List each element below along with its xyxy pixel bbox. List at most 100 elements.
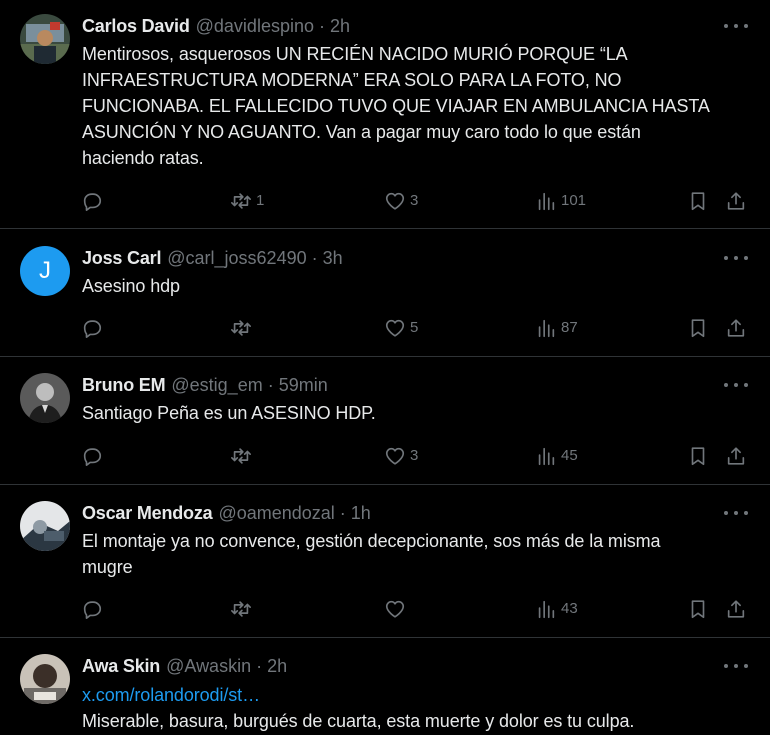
share-button[interactable]: [725, 313, 747, 343]
tweet-text: Mentirosos, asquerosos UN RECIÉN NACIDO …: [82, 41, 752, 171]
more-icon[interactable]: [724, 658, 748, 674]
tweet-text-line: FUNCIONABA. EL FALLECIDO TUVO QUE VIAJAR…: [82, 96, 710, 116]
like-count: 3: [410, 192, 419, 209]
views-count: 101: [561, 192, 587, 209]
views-icon: [538, 447, 555, 466]
avatar[interactable]: [20, 501, 70, 551]
retweet-icon: [231, 601, 251, 617]
separator: ·: [256, 656, 263, 676]
views-button[interactable]: 43: [535, 594, 578, 624]
like-button[interactable]: 3: [384, 186, 418, 216]
like-count: 3: [410, 447, 419, 464]
bookmark-button[interactable]: [687, 186, 709, 216]
retweet-button[interactable]: [230, 313, 256, 343]
like-button[interactable]: 3: [384, 441, 418, 471]
share-icon: [727, 600, 745, 618]
timestamp[interactable]: 1h: [351, 503, 371, 523]
tweet-text-line: Asesino hdp: [82, 276, 180, 296]
reply-icon: [83, 193, 102, 211]
tweet[interactable]: Awa Skin @Awaskin · 2h x.com/rolandorodi/st…: [0, 638, 770, 735]
share-button[interactable]: [725, 186, 747, 216]
timestamp[interactable]: 2h: [267, 656, 287, 676]
timeline-feed: Carlos David @davidlespino · 2h Mentirosos,…: [0, 0, 770, 735]
avatar[interactable]: [20, 654, 70, 704]
tweet[interactable]: J Joss Carl @carl_joss62490 · 3h Asesino hd…: [0, 229, 770, 357]
separator: ·: [311, 248, 318, 268]
views-icon: [538, 600, 555, 619]
avatar[interactable]: J: [20, 246, 70, 296]
separator: ·: [267, 375, 274, 395]
views-count: 45: [561, 447, 578, 464]
tweet-text: Santiago Peña es un ASESINO HDP.: [82, 400, 752, 426]
views-button[interactable]: 101: [535, 186, 586, 216]
handle[interactable]: @carl_joss62490: [167, 248, 306, 268]
share-icon: [727, 319, 745, 337]
views-count: 87: [561, 319, 578, 336]
retweet-button[interactable]: [230, 594, 256, 624]
tweet-link[interactable]: x.com/rolandorodi/st…: [82, 682, 752, 708]
tweet-text-line: Santiago Peña es un ASESINO HDP.: [82, 403, 376, 423]
reply-icon: [83, 320, 102, 338]
display-name[interactable]: Carlos David: [82, 16, 190, 36]
bookmark-icon: [691, 319, 705, 338]
tweet[interactable]: Carlos David @davidlespino · 2h Mentirosos,…: [0, 0, 770, 229]
like-button[interactable]: 5: [384, 313, 418, 343]
avatar[interactable]: [20, 14, 70, 64]
like-icon: [385, 447, 405, 465]
tweet-header: Bruno EM @estig_em · 59min: [82, 374, 328, 396]
bookmark-button[interactable]: [687, 594, 709, 624]
share-button[interactable]: [725, 594, 747, 624]
bookmark-icon: [691, 600, 705, 619]
views-button[interactable]: 45: [535, 441, 578, 471]
timestamp[interactable]: 59min: [279, 375, 328, 395]
share-icon: [727, 192, 745, 210]
display-name[interactable]: Oscar Mendoza: [82, 503, 213, 523]
tweet-text-line: ASUNCIÓN Y NO AGUANTO. Van a pagar muy c…: [82, 122, 641, 142]
avatar[interactable]: [20, 373, 70, 423]
timestamp[interactable]: 3h: [323, 248, 343, 268]
display-name[interactable]: Joss Carl: [82, 248, 161, 268]
more-icon[interactable]: [724, 18, 748, 34]
timestamp[interactable]: 2h: [330, 16, 350, 36]
like-icon: [385, 319, 405, 337]
retweet-icon: [231, 320, 251, 336]
views-button[interactable]: 87: [535, 313, 578, 343]
bookmark-icon: [691, 192, 705, 211]
bookmark-button[interactable]: [687, 441, 709, 471]
more-icon[interactable]: [724, 505, 748, 521]
tweet[interactable]: Bruno EM @estig_em · 59min Santiago Peña es…: [0, 357, 770, 485]
like-button[interactable]: [384, 594, 410, 624]
handle[interactable]: @davidlespino: [196, 16, 314, 36]
separator: ·: [339, 503, 346, 523]
handle[interactable]: @Awaskin: [166, 656, 251, 676]
more-icon[interactable]: [724, 250, 748, 266]
tweet-actions: 3 45: [0, 441, 770, 471]
like-icon: [385, 600, 405, 618]
retweet-button[interactable]: 1: [230, 186, 264, 216]
tweet-text-line: Mentirosos, asquerosos UN RECIÉN NACIDO …: [82, 44, 628, 64]
reply-button[interactable]: [81, 186, 107, 216]
like-count: 5: [410, 319, 419, 336]
reply-button[interactable]: [81, 594, 107, 624]
tweet-text: x.com/rolandorodi/st… Miserable, basura,…: [82, 682, 752, 734]
reply-button[interactable]: [81, 313, 107, 343]
retweet-button[interactable]: [230, 441, 256, 471]
share-icon: [727, 447, 745, 465]
bookmark-button[interactable]: [687, 313, 709, 343]
display-name[interactable]: Awa Skin: [82, 656, 160, 676]
tweet-actions: 1 3 101: [0, 186, 770, 216]
retweet-count: 1: [256, 192, 265, 209]
display-name[interactable]: Bruno EM: [82, 375, 166, 395]
retweet-icon: [231, 448, 251, 464]
handle[interactable]: @oamendozal: [218, 503, 334, 523]
tweet-header: Awa Skin @Awaskin · 2h: [82, 655, 287, 677]
tweet-header: Oscar Mendoza @oamendozal · 1h: [82, 502, 371, 524]
handle[interactable]: @estig_em: [171, 375, 262, 395]
tweet-header: Carlos David @davidlespino · 2h: [82, 15, 350, 37]
bookmark-icon: [691, 447, 705, 466]
reply-icon: [83, 601, 102, 619]
more-icon[interactable]: [724, 377, 748, 393]
reply-button[interactable]: [81, 441, 107, 471]
share-button[interactable]: [725, 441, 747, 471]
tweet[interactable]: Oscar Mendoza @oamendozal · 1h El montaje y…: [0, 485, 770, 638]
